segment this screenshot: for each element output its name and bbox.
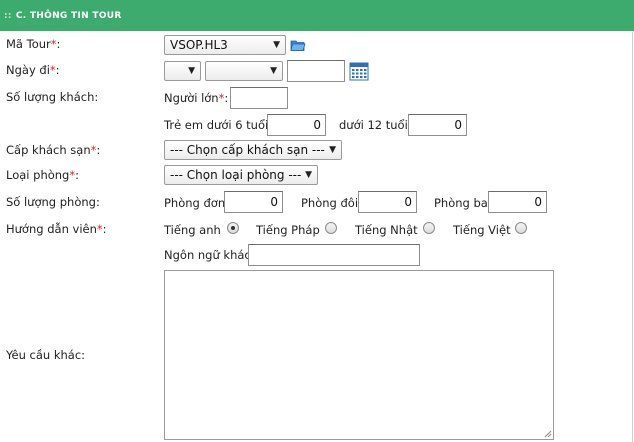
guide-option-english-radio[interactable] [227,222,239,234]
guide-option-french-label: Tiếng Pháp [256,223,320,237]
other-requests-label: Yêu cầu khác: [6,348,86,362]
room-type-label: Loại phòng*: [6,168,79,182]
other-language-label: Ngôn ngữ khác [164,248,251,262]
chevron-down-icon: ▼ [305,170,312,180]
required-mark: * [90,143,97,157]
double-room-input[interactable]: 0 [358,191,417,213]
guide-option-vietnamese-radio[interactable] [515,222,527,234]
calendar-icon[interactable] [349,61,369,81]
chevron-down-icon: ▼ [188,66,195,76]
guide-label: Hướng dẫn viên*: [6,222,107,236]
single-room-label: Phòng đơn [164,196,226,210]
required-mark: * [50,37,57,51]
required-mark: * [49,63,56,77]
date-label-text: Ngày đi [6,63,50,77]
day-select[interactable]: ▼ [164,61,201,81]
other-requests-textarea[interactable] [164,270,554,440]
single-room-input[interactable]: 0 [224,191,283,213]
tour-label: Mã Tour*: [6,37,61,51]
required-mark: * [69,168,76,182]
guide-option-english-label: Tiếng anh [164,223,221,237]
other-language-input[interactable] [248,244,420,266]
triple-room-label: Phòng ba [434,196,488,210]
guests-label: Số lượng khách: [6,90,99,104]
adults-input[interactable] [230,87,288,109]
child6-input[interactable]: 0 [267,114,326,136]
month-select[interactable]: ▼ [205,61,283,81]
hotel-select[interactable]: --- Chọn cấp khách sạn --- ▼ [164,140,342,160]
room-type-select-value: --- Chọn loại phòng --- [170,168,302,182]
frame-border [632,31,633,442]
child12-input[interactable]: 0 [408,114,467,136]
date-label: Ngày đi*: [6,63,60,77]
chevron-down-icon: ▼ [273,40,280,50]
required-mark: * [96,222,103,236]
year-input[interactable] [287,60,345,82]
guide-option-japanese-radio[interactable] [423,222,435,234]
tour-select[interactable]: VSOP.HL3 ▼ [164,35,286,55]
room-type-select[interactable]: --- Chọn loại phòng --- ▼ [164,165,318,185]
chevron-down-icon: ▼ [329,145,336,155]
guide-label-text: Hướng dẫn viên [6,222,97,236]
hotel-label: Cấp khách sạn*: [6,143,101,157]
guide-option-japanese-label: Tiếng Nhật [355,223,418,237]
tour-select-value: VSOP.HL3 [170,38,228,52]
guide-option-french-radio[interactable] [325,222,337,234]
section-header: :: C. THÔNG TIN TOUR [0,0,634,31]
adults-label-text: Người lớn [164,91,219,105]
required-mark: * [218,91,225,105]
hotel-select-value: --- Chọn cấp khách sạn --- [170,143,325,157]
child6-label: Trẻ em dưới 6 tuổi [164,118,269,132]
child12-label: dưới 12 tuổi [339,118,408,132]
room-type-label-text: Loại phòng [6,168,70,182]
section-title: C. THÔNG TIN TOUR [15,10,122,21]
triple-room-input[interactable]: 0 [488,191,547,213]
rooms-label: Số lượng phòng: [6,195,100,209]
adults-label: Người lớn*: [164,91,229,105]
hotel-label-text: Cấp khách sạn [6,143,91,157]
resize-grip-icon[interactable] [544,430,552,438]
header-dots: :: [4,10,12,21]
double-room-label: Phòng đôi [301,196,359,210]
tour-label-text: Mã Tour [6,37,51,51]
folder-open-icon[interactable] [290,37,306,53]
chevron-down-icon: ▼ [270,66,277,76]
guide-option-vietnamese-label: Tiếng Việt [453,223,511,237]
